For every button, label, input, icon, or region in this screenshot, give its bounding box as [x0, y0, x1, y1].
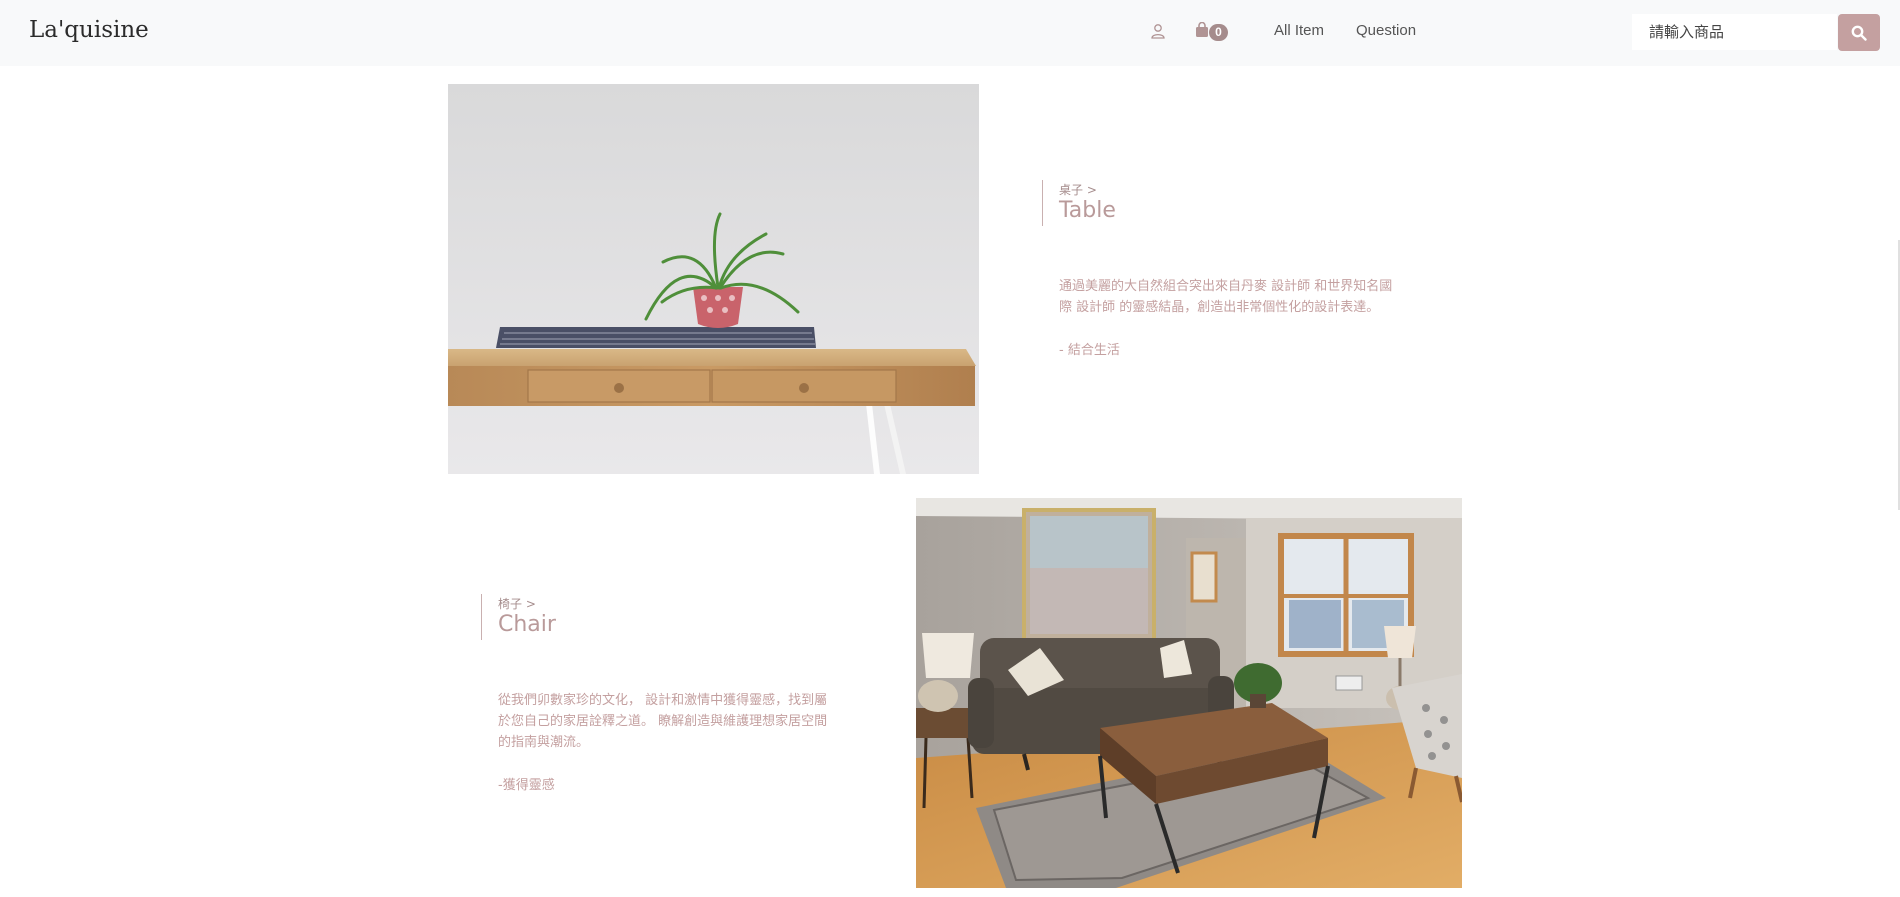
search-button[interactable]	[1838, 14, 1880, 51]
nav-link-question[interactable]: Question	[1356, 22, 1416, 39]
brand-logo[interactable]: La'quisine	[29, 17, 149, 43]
top-navbar: La'quisine 0 All Item Question	[0, 0, 1900, 66]
breadcrumb[interactable]: 桌子 >	[1059, 180, 1397, 197]
chair-product-image	[916, 498, 1462, 888]
product-description-chair: 從我們卯數家珍的文化， 設計和激情中獲得靈感，找到屬於您自己的家居詮釋之道。 瞭…	[498, 693, 828, 750]
product-title-table: Table	[1059, 198, 1116, 223]
product-title-chair: Chair	[498, 612, 556, 637]
breadcrumb[interactable]: 椅子 >	[498, 594, 836, 611]
nav-link-all-item[interactable]: All Item	[1274, 22, 1324, 39]
search-icon	[1851, 25, 1867, 41]
chair-product-info: 椅子 > Chair 從我們卯數家珍的文化， 設計和激情中獲得靈感，找到屬於您自…	[481, 594, 836, 793]
table-product-image	[448, 84, 979, 474]
search-input[interactable]	[1632, 14, 1837, 50]
user-icon[interactable]	[1150, 23, 1166, 39]
chair-title-group: 椅子 > Chair	[481, 594, 836, 640]
cart-count-badge[interactable]: 0	[1209, 24, 1228, 41]
table-title-group: 桌子 > Table	[1042, 180, 1397, 226]
product-tagline-table: - 結合生活	[1059, 343, 1120, 358]
product-description-table: 通過美麗的大自然組合突出來自丹麥 設計師 和世界知名國際 設計師 的靈感結晶，創…	[1059, 279, 1393, 315]
product-tagline-chair: -獲得靈感	[498, 778, 555, 793]
table-product-info: 桌子 > Table 通過美麗的大自然組合突出來自丹麥 設計師 和世界知名國際 …	[1042, 180, 1397, 358]
